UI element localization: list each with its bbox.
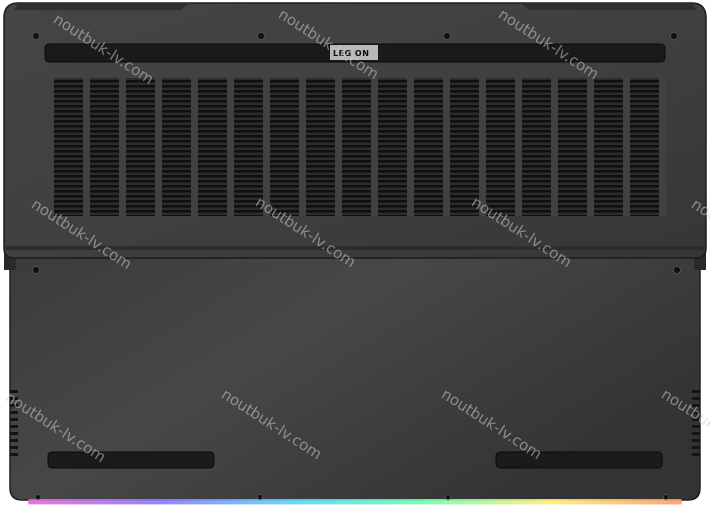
vent-divider [551, 78, 558, 216]
vent-divider [119, 78, 126, 216]
vent-divider [515, 78, 522, 216]
vent-grille [50, 78, 662, 216]
vent-divider [659, 78, 666, 216]
vent-divider [587, 78, 594, 216]
vent-divider [479, 78, 486, 216]
brand-logo: LEG ON [333, 49, 370, 58]
vent-divider [47, 78, 54, 216]
vent-divider [299, 78, 306, 216]
vent-divider [227, 78, 234, 216]
laptop-chassis [3, 2, 707, 505]
vent-divider [335, 78, 342, 216]
vent-divider [83, 78, 90, 216]
vent-divider [371, 78, 378, 216]
laptop-bottom-photo: LEG ON noutbuk-lv.com noutbuk-lv.com nou… [0, 0, 710, 509]
vent-divider [263, 78, 270, 216]
vent-divider [443, 78, 450, 216]
vent-divider [191, 78, 198, 216]
vent-divider [407, 78, 414, 216]
vent-divider [155, 78, 162, 216]
vent-divider [623, 78, 630, 216]
